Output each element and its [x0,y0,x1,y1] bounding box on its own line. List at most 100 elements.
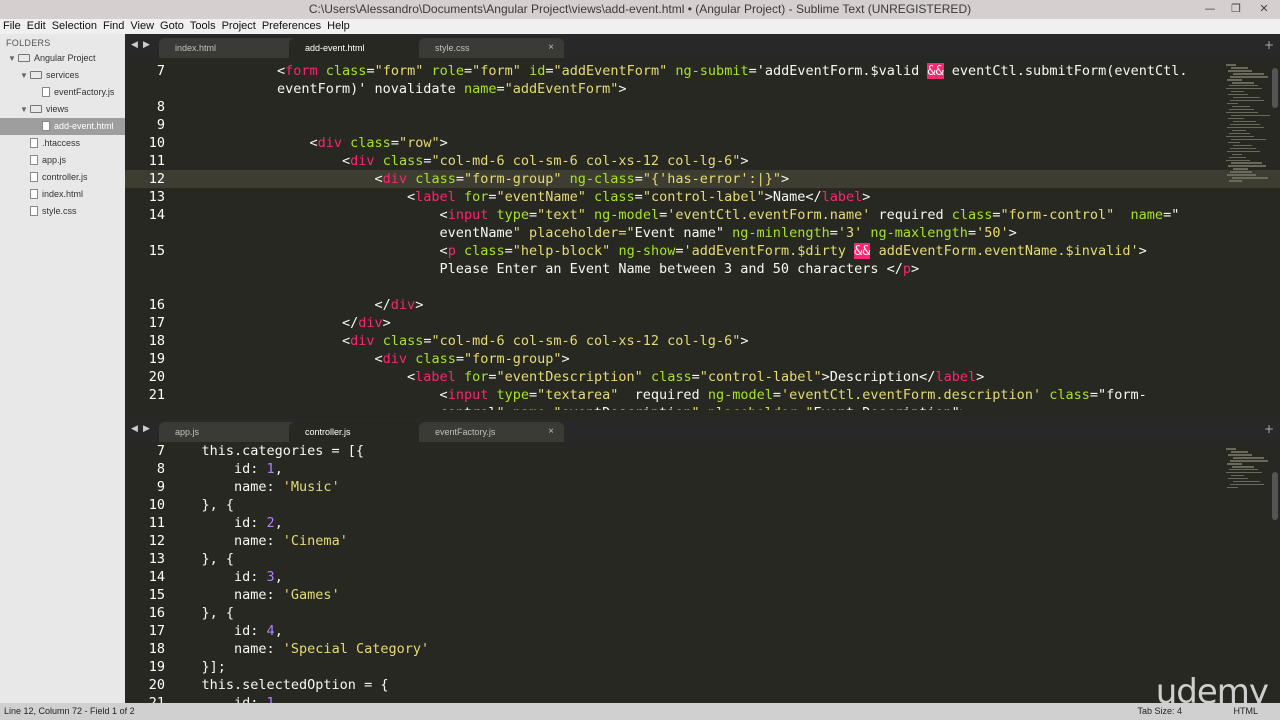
minimap-line [1232,465,1254,468]
minimap-line [1227,462,1242,465]
menu-selection[interactable]: Selection [49,19,100,33]
code-line[interactable]: <form class="form" role="form" id="addEv… [277,62,1188,80]
line-number: 18 [148,641,165,657]
disclosure-arrow-icon[interactable]: ▼ [20,67,30,84]
bottom-scrollbar[interactable] [1272,472,1278,520]
minimap-line [1228,141,1240,144]
tab-prev-icon[interactable]: ◀ [131,40,138,50]
code-line[interactable]: }, { [169,550,235,568]
menu-file[interactable]: File [0,19,24,33]
top-scrollbar[interactable] [1272,68,1278,108]
close-window-button[interactable]: ✕ [1256,2,1272,16]
menu-preferences[interactable]: Preferences [259,19,324,33]
bottom-tab[interactable]: eventFactory.js × [419,422,564,442]
sidebar-item[interactable]: index.html [0,186,125,203]
code-line[interactable]: name: 'Special Category' [169,640,429,658]
code-line[interactable]: this.selectedOption = { [169,676,389,694]
minimap-line [1227,78,1242,81]
menu-project[interactable]: Project [219,19,259,33]
minimap-line [1231,66,1248,69]
menu-goto[interactable]: Goto [157,19,187,33]
code-line[interactable]: control" name="eventDescription" placeho… [277,404,968,410]
code-line[interactable]: id: 4, [169,622,283,640]
code-line[interactable]: </div> [277,296,424,314]
code-line[interactable]: id: 1, [169,460,283,478]
new-tab-icon-bottom[interactable]: + [1264,422,1274,436]
code-line[interactable]: eventName" placeholder="Event name" ng-m… [277,224,1017,242]
top-tab[interactable]: style.css × [419,38,564,58]
tab-label: eventFactory.js [435,427,496,437]
line-number: 8 [156,99,165,115]
bottom-editor-pane[interactable]: 7 8 9 10 11 12 13 14 15 16 17 18 19 20 21 this.categor… [125,442,1280,703]
code-line[interactable]: }, { [169,604,235,622]
line-number: 17 [148,315,165,331]
file-icon [30,138,38,148]
sidebar-item-label: controller.js [42,172,88,182]
tab-size[interactable]: Tab Size: 4 [1137,706,1182,716]
code-line[interactable]: name: 'Games' [169,586,340,604]
bottom-minimap[interactable] [1226,448,1268,490]
sidebar-item[interactable]: style.css [0,203,125,220]
sidebar-item[interactable]: add-event.html [0,118,125,135]
code-line[interactable]: <div class="col-md-6 col-sm-6 col-xs-12 … [277,332,748,350]
code-line[interactable]: <input type="textarea" required ng-model… [277,386,1147,404]
code-line[interactable]: <div class="col-md-6 col-sm-6 col-xs-12 … [277,152,748,170]
line-number: 15 [148,587,165,603]
code-line[interactable]: Please Enter an Event Name between 3 and… [277,260,920,278]
menu-bar: File Edit Selection Find View Goto Tools Projec… [0,19,1280,34]
maximize-button[interactable]: ❐ [1228,2,1244,16]
top-editor-pane[interactable]: 7 8 9 10 11 12 13 14 15 16 17 18 19 20 21 <form class=… [125,58,1280,410]
code-line[interactable]: </div> [277,314,391,332]
sidebar-item[interactable]: app.js [0,152,125,169]
top-tab[interactable]: add-event.html● [289,38,434,58]
sidebar-item[interactable]: ▼ Angular Project [0,50,125,67]
menu-tools[interactable]: Tools [187,19,219,33]
code-line[interactable]: this.categories = [{ [169,442,365,460]
line-number: 21 [148,387,165,403]
new-tab-icon[interactable]: + [1264,38,1274,52]
code-line[interactable]: <div class="row"> [277,134,448,152]
tab-prev-icon-bottom[interactable]: ◀ [131,424,138,434]
code-line[interactable]: id: 3, [169,568,283,586]
code-line[interactable]: <input type="text" ng-model='eventCtl.ev… [277,206,1180,224]
line-number: 7 [156,443,165,459]
code-line[interactable]: eventForm)' novalidate name="addEventFor… [277,80,627,98]
tab-next-icon-bottom[interactable]: ▶ [143,424,150,434]
top-tab[interactable]: index.html× [159,38,304,58]
menu-help[interactable]: Help [324,19,353,33]
code-line[interactable]: <p class="help-block" ng-show='addEventF… [277,242,1147,260]
sidebar-item[interactable]: .htaccess [0,135,125,152]
minimap-line [1233,120,1256,123]
minimap-line [1227,126,1264,129]
top-minimap[interactable] [1226,64,1270,183]
code-line[interactable]: <div class="form-group"> [277,350,570,368]
syntax-mode[interactable]: HTML [1234,706,1259,716]
disclosure-arrow-icon[interactable]: ▼ [20,101,30,118]
tab-label: controller.js [305,427,351,437]
code-line[interactable]: <label for="eventDescription" class="con… [277,368,984,386]
code-line[interactable]: name: 'Music' [169,478,340,496]
code-line[interactable]: id: 2, [169,514,283,532]
code-line[interactable]: id: 1, [169,694,283,703]
tab-next-icon[interactable]: ▶ [143,40,150,50]
sidebar-item[interactable]: ▼ services [0,67,125,84]
code-line[interactable]: name: 'Cinema' [169,532,348,550]
code-line[interactable]: <label for="eventName" class="control-la… [277,188,870,206]
menu-view[interactable]: View [127,19,157,33]
bottom-tab[interactable]: controller.js× [289,422,434,442]
code-line[interactable]: }]; [169,658,226,676]
code-line[interactable]: <div class="form-group" ng-class="{'has-… [277,170,790,188]
minimize-button[interactable]: — [1202,2,1218,16]
line-number: 14 [148,207,165,223]
menu-find[interactable]: Find [100,19,127,33]
sidebar-item[interactable]: controller.js [0,169,125,186]
sidebar-item-label: .htaccess [42,138,81,148]
sidebar-item[interactable]: ▼ views [0,101,125,118]
code-line[interactable]: }, { [169,496,235,514]
close-tab-icon[interactable]: × [548,38,554,58]
disclosure-arrow-icon[interactable]: ▼ [8,50,18,67]
menu-edit[interactable]: Edit [24,19,49,33]
bottom-tab[interactable]: app.js× [159,422,304,442]
close-tab-icon[interactable]: × [548,422,554,442]
sidebar-item[interactable]: eventFactory.js [0,84,125,101]
